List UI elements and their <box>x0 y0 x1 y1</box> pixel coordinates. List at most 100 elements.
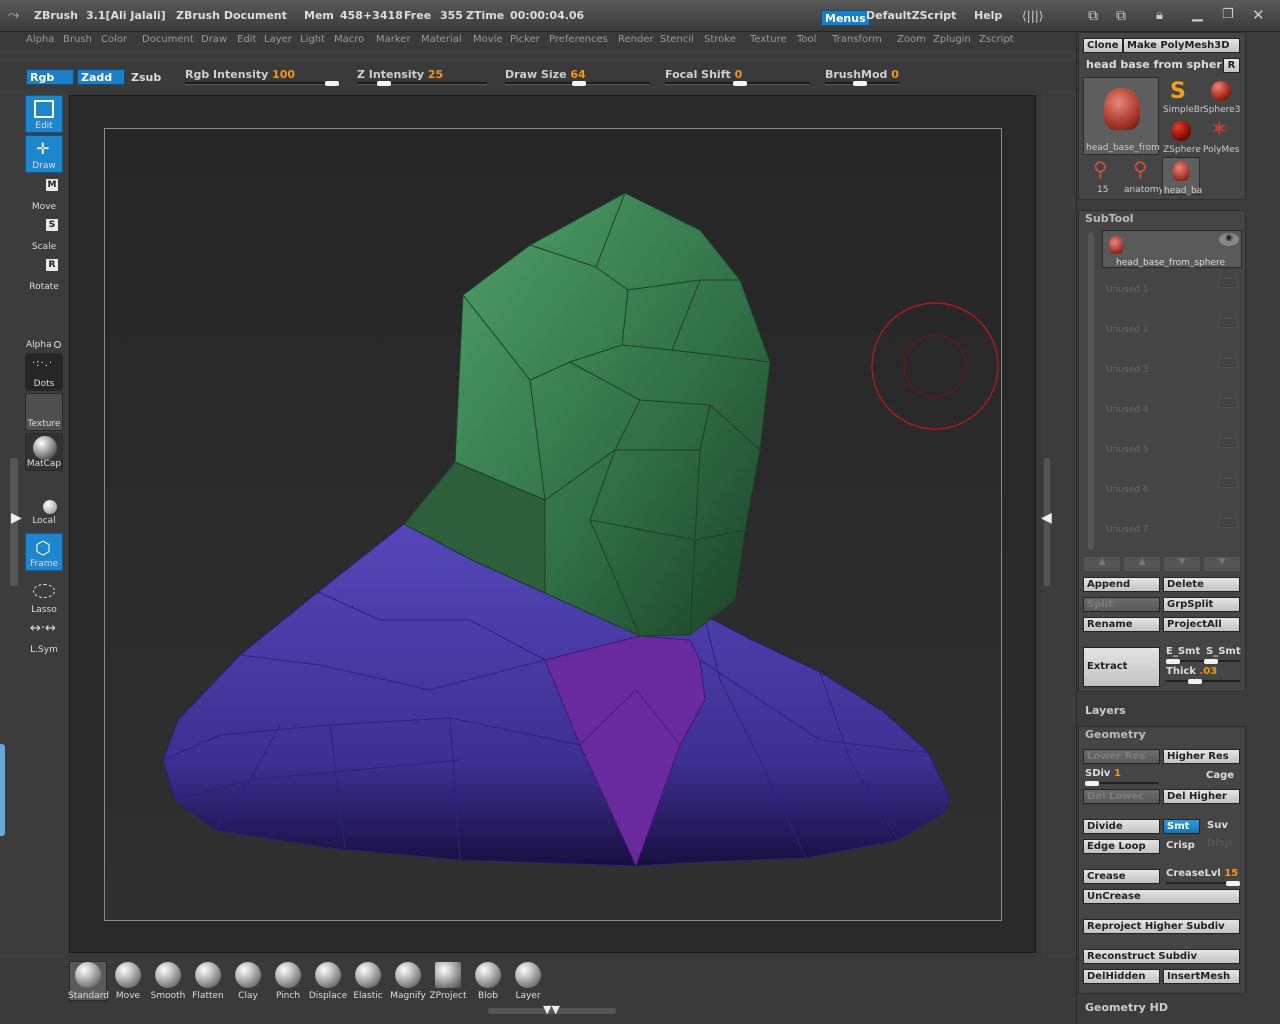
menu-alpha[interactable]: Alpha <box>26 34 54 45</box>
z-intensity-track[interactable] <box>357 81 487 86</box>
rotate-button[interactable]: R Rotate <box>25 255 63 293</box>
e-smt-slider[interactable]: E_Smt <box>1166 646 1200 657</box>
zadd-button[interactable]: Zadd <box>77 69 125 85</box>
minimize-icon[interactable]: ▁ <box>1192 6 1203 22</box>
menu-macro[interactable]: Macro <box>334 34 364 45</box>
split-button[interactable]: Split <box>1083 597 1160 612</box>
creaselvl-slider[interactable]: CreaseLvl 15 <box>1166 868 1238 879</box>
suv-toggle[interactable]: Suv <box>1207 820 1228 831</box>
rgb-intensity-slider[interactable]: Rgb Intensity 100 <box>185 68 295 81</box>
layout-icon-2[interactable]: ⧉ <box>1116 8 1126 24</box>
scale-button[interactable]: S Scale <box>25 215 63 253</box>
menus-button[interactable]: Menus <box>821 10 870 26</box>
edge-loop-button[interactable]: Edge Loop <box>1083 839 1160 854</box>
subtool-unused-7[interactable]: Unused 7 <box>1106 525 1149 535</box>
close-icon[interactable]: ✕ <box>1252 6 1265 24</box>
menu-edit[interactable]: Edit <box>237 34 256 45</box>
del-lower-button[interactable]: Del Lower <box>1083 789 1160 804</box>
sdiv-slider[interactable]: SDiv 1 <box>1085 768 1121 779</box>
subtool-up2-arrow-icon[interactable]: ▲ <box>1124 557 1160 571</box>
menu-render[interactable]: Render <box>618 34 654 45</box>
subtool-down2-arrow-icon[interactable]: ▼ <box>1204 557 1240 571</box>
texture-button[interactable]: Texture <box>25 393 63 431</box>
rgb-button[interactable]: Rgb <box>26 69 74 85</box>
brush-clay[interactable]: Clay <box>228 962 268 1001</box>
brush-zproject[interactable]: ZProject <box>428 962 468 1001</box>
subtool-unused-6[interactable]: Unused 6 <box>1106 485 1149 495</box>
subtool-item-0[interactable]: ◉ head_base_from_sphere <box>1102 230 1242 268</box>
brush-elastic[interactable]: Elastic <box>348 962 388 1001</box>
restore-icon[interactable]: ❐ <box>1222 7 1234 22</box>
rename-button[interactable]: Rename <box>1083 617 1160 632</box>
z-intensity-knob[interactable] <box>377 81 391 86</box>
subtool-unused-1[interactable]: Unused 1 <box>1106 285 1149 295</box>
insertmesh-button[interactable]: InsertMesh <box>1163 969 1240 984</box>
menu-color[interactable]: Color <box>101 34 127 45</box>
tool-sphere3d[interactable]: Sphere3 <box>1202 77 1240 115</box>
tool-zsphere[interactable]: ZSphere <box>1162 117 1201 155</box>
geometry-title[interactable]: Geometry <box>1085 728 1146 741</box>
brushmod-slider[interactable]: BrushMod 0 <box>825 68 899 81</box>
thick-slider-track[interactable] <box>1166 679 1240 684</box>
tool-figure-15[interactable]: ⚲ 15 <box>1083 157 1121 195</box>
subtool-unused-2-toggle[interactable] <box>1218 318 1238 328</box>
creaselvl-knob[interactable] <box>1226 881 1240 886</box>
left-edge-tab[interactable] <box>0 744 5 836</box>
cage-button[interactable]: Cage <box>1206 770 1234 781</box>
reproject-higher-subdiv-button[interactable]: Reproject Higher Subdiv <box>1083 919 1240 934</box>
delete-button[interactable]: Delete <box>1163 577 1240 592</box>
brush-blob[interactable]: Blob <box>468 962 508 1001</box>
subtool-unused-6-toggle[interactable] <box>1218 478 1238 488</box>
smt-toggle[interactable]: Smt <box>1163 819 1200 834</box>
subtool-up-arrow-icon[interactable]: ▲ <box>1084 557 1120 571</box>
sdiv-slider-track[interactable] <box>1085 781 1159 786</box>
brush-move[interactable]: Move <box>108 962 148 1001</box>
brush-standard[interactable]: Standard <box>68 962 109 1001</box>
brush-layer[interactable]: Layer <box>508 962 548 1001</box>
focal-shift-knob[interactable] <box>733 81 747 86</box>
focal-shift-slider[interactable]: Focal Shift 0 <box>665 68 742 81</box>
make-polymesh3d-button[interactable]: Make PolyMesh3D <box>1123 38 1240 53</box>
crease-button[interactable]: Crease <box>1083 869 1160 884</box>
menu-stroke[interactable]: Stroke <box>704 34 736 45</box>
projectall-button[interactable]: ProjectAll <box>1163 617 1240 632</box>
thick-slider[interactable]: Thick .03 <box>1166 666 1217 677</box>
sdiv-knob[interactable] <box>1085 781 1099 786</box>
layout-icon-1[interactable]: ⧉ <box>1088 8 1098 24</box>
tool-polymesh[interactable]: ✶ PolyMes <box>1202 117 1240 155</box>
layers-section-title[interactable]: Layers <box>1085 704 1126 717</box>
menu-tool[interactable]: Tool <box>797 34 816 45</box>
subtool-scrollbar[interactable] <box>1088 232 1094 550</box>
draw-size-track[interactable] <box>505 81 650 86</box>
draw-size-slider[interactable]: Draw Size 64 <box>505 68 586 81</box>
draw-size-knob[interactable] <box>572 81 586 86</box>
delhidden-button[interactable]: DelHidden <box>1083 969 1160 984</box>
brush-pinch[interactable]: Pinch <box>268 962 308 1001</box>
edit-button[interactable]: Edit <box>25 95 63 133</box>
subtool-title[interactable]: SubTool <box>1085 212 1134 225</box>
menu-zscript[interactable]: Zscript <box>979 34 1014 45</box>
down-arrow-icon[interactable]: ▼▼ <box>543 1003 560 1016</box>
subtool-unused-5-toggle[interactable] <box>1218 438 1238 448</box>
zsub-button[interactable]: Zsub <box>128 70 164 86</box>
draw-button[interactable]: ✛ Draw <box>25 135 63 173</box>
divide-button[interactable]: Divide <box>1083 819 1160 834</box>
tray-toggle-icon[interactable]: ⟨|||⟩ <box>1022 9 1044 23</box>
thick-knob[interactable] <box>1188 679 1202 684</box>
subtool-eye-icon[interactable]: ◉ <box>1219 233 1239 246</box>
brush-displace[interactable]: Displace <box>308 962 348 1001</box>
menu-transform[interactable]: Transform <box>832 34 882 45</box>
smt-slider-track[interactable] <box>1166 659 1240 664</box>
z-intensity-slider[interactable]: Z Intensity 25 <box>357 68 443 81</box>
menu-zoom[interactable]: Zoom <box>897 34 926 45</box>
lasso-button[interactable]: Lasso <box>25 578 63 616</box>
subtool-down-arrow-icon[interactable]: ▼ <box>1164 557 1200 571</box>
matcap-button[interactable]: MatCap <box>25 433 63 471</box>
e-smt-knob[interactable] <box>1166 659 1180 664</box>
s-smt-slider[interactable]: S_Smt <box>1206 646 1241 657</box>
crisp-toggle[interactable]: Crisp <box>1166 840 1195 851</box>
lock-icon[interactable]: 🔒︎ <box>1156 8 1163 23</box>
help-button[interactable]: Help <box>974 9 1002 22</box>
menu-stencil[interactable]: Stencil <box>660 34 694 45</box>
brushmod-knob[interactable] <box>853 81 867 86</box>
